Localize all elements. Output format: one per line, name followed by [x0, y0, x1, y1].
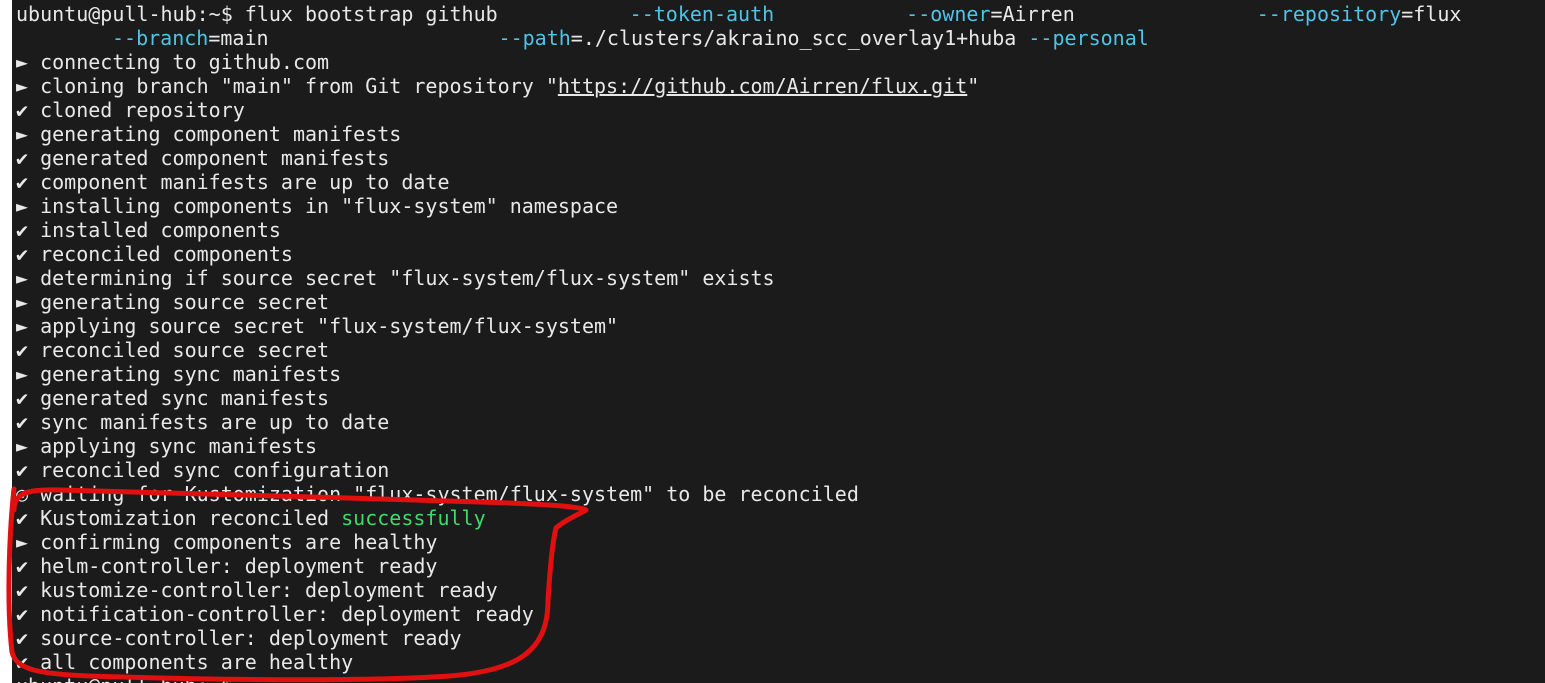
log-text: reconciled sync configuration [40, 458, 390, 482]
repository-flag: --repository [1256, 2, 1402, 26]
log-text: confirming components are healthy [40, 530, 438, 554]
log-line: ◎ waiting for Kustomization "flux-system… [16, 482, 1461, 506]
log-text: installing components in "flux-system" n… [40, 194, 619, 218]
log-text: generating sync manifests [40, 362, 342, 386]
prompt-user-host: ubuntu@pull-hub:~$ [16, 2, 233, 26]
log-line: ✔ generated sync manifests [16, 386, 1461, 410]
log-line: ✔ kustomize-controller: deployment ready [16, 578, 1461, 602]
log-text: generating component manifests [40, 122, 402, 146]
check-icon: ✔ [16, 242, 29, 266]
log-line: ✔ all components are healthy [16, 650, 1461, 674]
log-text: cloning branch "main" from Git repositor… [40, 74, 558, 98]
play-icon: ► [16, 194, 29, 218]
token-auth-flag: --token-auth [629, 2, 775, 26]
log-line: ✔ notification-controller: deployment re… [16, 602, 1461, 626]
log-text: generating source secret [40, 290, 330, 314]
log-text-suffix: " [967, 74, 980, 98]
play-icon: ► [16, 290, 29, 314]
log-line: ✔ generated component manifests [16, 146, 1461, 170]
branch-flag: --branch [112, 26, 209, 50]
check-icon: ✔ [16, 578, 29, 602]
log-text: notification-controller: deployment read… [40, 602, 534, 626]
log-text: waiting for Kustomization "flux-system/f… [40, 482, 859, 506]
log-line: ► generating source secret [16, 290, 1461, 314]
log-text: reconciled components [40, 242, 293, 266]
play-icon: ► [16, 530, 29, 554]
check-icon: ✔ [16, 338, 29, 362]
play-icon: ► [16, 74, 29, 98]
check-icon: ✔ [16, 506, 29, 530]
log-line: ✔ source-controller: deployment ready [16, 626, 1461, 650]
log-text: all components are healthy [40, 650, 354, 674]
log-line: ► connecting to github.com [16, 50, 1461, 74]
play-icon: ► [16, 50, 29, 74]
owner-value: =Airren [990, 2, 1075, 26]
check-icon: ✔ [16, 386, 29, 410]
check-icon: ✔ [16, 98, 29, 122]
log-text: kustomize-controller: deployment ready [40, 578, 498, 602]
log-line: ✔ reconciled source secret [16, 338, 1461, 362]
final-prompt: ubuntu@pull-hub:~$ [16, 674, 1461, 683]
log-text: component manifests are up to date [40, 170, 450, 194]
log-text: helm-controller: deployment ready [40, 554, 438, 578]
check-icon: ✔ [16, 650, 29, 674]
command-line: ubuntu@pull-hub:~$ flux bootstrap github… [16, 2, 1461, 26]
log-text: cloned repository [40, 98, 245, 122]
log-line: ► installing components in "flux-system"… [16, 194, 1461, 218]
spinner-icon: ◎ [16, 482, 29, 506]
branch-value: =main [208, 26, 269, 50]
log-line: ✔ cloned repository [16, 98, 1461, 122]
log-text: applying sync manifests [40, 434, 318, 458]
terminal-window[interactable]: ubuntu@pull-hub:~$ flux bootstrap github… [12, 0, 1545, 683]
log-text: generated sync manifests [40, 386, 330, 410]
log-line: ► applying source secret "flux-system/fl… [16, 314, 1461, 338]
check-icon: ✔ [16, 458, 29, 482]
log-text: reconciled source secret [40, 338, 330, 362]
log-text: Kustomization reconciled [40, 506, 342, 530]
log-line: ✔ Kustomization reconciled successfully [16, 506, 1461, 530]
log-text: source-controller: deployment ready [40, 626, 462, 650]
path-value: =./clusters/akraino_scc_overlay1+huba [570, 26, 1017, 50]
check-icon: ✔ [16, 602, 29, 626]
command-text: flux bootstrap github [232, 2, 498, 26]
play-icon: ► [16, 122, 29, 146]
log-line: ✔ reconciled sync configuration [16, 458, 1461, 482]
command-line-continued: --branch=main --path=./clusters/akraino_s… [16, 26, 1461, 50]
log-text: determining if source secret "flux-syste… [40, 266, 775, 290]
log-text: installed components [40, 218, 281, 242]
log-line: ► confirming components are healthy [16, 530, 1461, 554]
check-icon: ✔ [16, 218, 29, 242]
check-icon: ✔ [16, 626, 29, 650]
owner-flag: --owner [906, 2, 991, 26]
log-text: generated component manifests [40, 146, 390, 170]
play-icon: ► [16, 314, 29, 338]
repository-value: =flux [1401, 2, 1462, 26]
log-line: ► generating sync manifests [16, 362, 1461, 386]
check-icon: ✔ [16, 410, 29, 434]
log-text: applying source secret "flux-system/flux… [40, 314, 619, 338]
log-line: ► cloning branch "main" from Git reposit… [16, 74, 1461, 98]
log-line: ✔ installed components [16, 218, 1461, 242]
check-icon: ✔ [16, 146, 29, 170]
terminal-output: ubuntu@pull-hub:~$ flux bootstrap github… [16, 2, 1461, 683]
log-line: ✔ component manifests are up to date [16, 170, 1461, 194]
check-icon: ✔ [16, 554, 29, 578]
play-icon: ► [16, 362, 29, 386]
check-icon: ✔ [16, 170, 29, 194]
success-text: successfully [341, 506, 486, 530]
play-icon: ► [16, 266, 29, 290]
log-line: ► generating component manifests [16, 122, 1461, 146]
log-text: sync manifests are up to date [40, 410, 390, 434]
log-line: ✔ reconciled components [16, 242, 1461, 266]
play-icon: ► [16, 434, 29, 458]
log-line: ✔ sync manifests are up to date [16, 410, 1461, 434]
log-line: ► determining if source secret "flux-sys… [16, 266, 1461, 290]
repository-url-link[interactable]: https://github.com/Airren/flux.git [558, 74, 967, 98]
path-flag: --path [498, 26, 571, 50]
bootstrap-log: ► connecting to github.com ► cloning bran… [16, 50, 1461, 674]
log-text: connecting to github.com [40, 50, 330, 74]
personal-flag: --personal [1028, 26, 1149, 50]
log-line: ✔ helm-controller: deployment ready [16, 554, 1461, 578]
log-line: ► applying sync manifests [16, 434, 1461, 458]
